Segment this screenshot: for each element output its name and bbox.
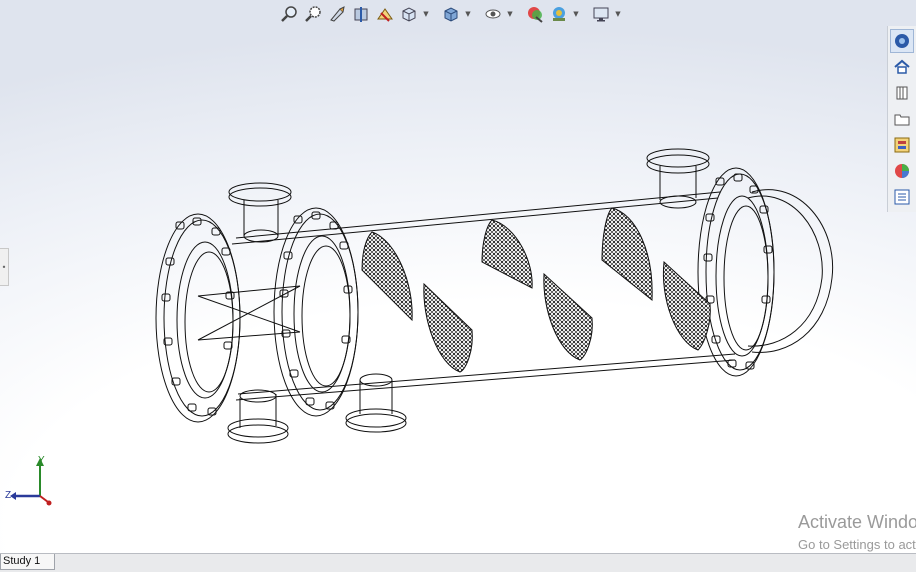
file-explorer-icon bbox=[894, 114, 910, 126]
custom-properties-icon bbox=[894, 189, 910, 205]
baffle-6 bbox=[662, 260, 711, 351]
home-icon bbox=[894, 59, 910, 74]
nozzle-top-right bbox=[646, 148, 710, 209]
zoom-to-area-button[interactable] bbox=[302, 3, 324, 25]
display-style-menu-caret[interactable]: ▼ bbox=[464, 3, 472, 25]
nozzle-top-left bbox=[228, 182, 292, 243]
display-style-button[interactable] bbox=[440, 3, 462, 25]
zoom-to-fit-button[interactable] bbox=[278, 3, 300, 25]
view-orientation-menu-caret[interactable]: ▼ bbox=[422, 3, 430, 25]
section-view-icon bbox=[354, 7, 368, 22]
previous-view-icon bbox=[330, 6, 345, 22]
previous-view-button[interactable] bbox=[326, 3, 348, 25]
bottom-tab-bar: Study 1 bbox=[0, 553, 916, 572]
hide-show-items-button[interactable] bbox=[482, 3, 504, 25]
display-style-icon bbox=[444, 7, 458, 22]
left-flange bbox=[155, 213, 241, 423]
triad-z-label: Z bbox=[5, 490, 12, 501]
watermark-subtitle: Go to Settings to activate Windows. bbox=[798, 537, 916, 552]
section-view-button[interactable] bbox=[350, 3, 372, 25]
graphics-area[interactable]: ▼ ▼ ▼ ▼ ▼ • Y Z Activate Windo Go to Set… bbox=[0, 0, 916, 553]
dynamic-annotation-button[interactable] bbox=[374, 3, 396, 25]
apply-scene-menu-caret[interactable]: ▼ bbox=[572, 3, 580, 25]
dynamic-annotation-icon bbox=[377, 8, 393, 22]
heat-exchanger-model[interactable] bbox=[0, 0, 916, 553]
baffle-1 bbox=[361, 231, 413, 322]
watermark-title: Activate Windows bbox=[798, 512, 916, 532]
shell-bottom-edge bbox=[235, 359, 736, 401]
view-settings-menu-caret[interactable]: ▼ bbox=[614, 3, 622, 25]
baffle-3 bbox=[481, 219, 533, 289]
baffle-5 bbox=[601, 207, 653, 302]
view-orientation-icon bbox=[402, 7, 416, 22]
view-palette-button[interactable] bbox=[890, 133, 914, 157]
design-library-icon bbox=[896, 86, 908, 100]
triad-x-axis bbox=[39, 495, 49, 503]
home-button[interactable] bbox=[890, 55, 914, 79]
view-settings-icon bbox=[593, 7, 609, 22]
edit-appearance-button[interactable] bbox=[524, 3, 546, 25]
appearances-scenes-icon bbox=[895, 164, 909, 178]
zoom-to-area-icon bbox=[305, 6, 321, 22]
tab-study-1[interactable]: Study 1 bbox=[0, 554, 56, 570]
end-cap-dome bbox=[751, 189, 834, 353]
task-pane-tabs bbox=[887, 26, 916, 212]
hide-show-items-menu-caret[interactable]: ▼ bbox=[506, 3, 514, 25]
triad-y-label: Y bbox=[38, 455, 45, 466]
apply-scene-button[interactable] bbox=[548, 3, 570, 25]
edit-appearance-icon bbox=[528, 7, 543, 23]
view-orientation-button[interactable] bbox=[398, 3, 420, 25]
solidworks-resources-button[interactable] bbox=[890, 29, 914, 53]
activate-windows-watermark: Activate Windows Go to Settings to activ… bbox=[798, 512, 916, 552]
shell-top-edge bbox=[235, 191, 721, 239]
feature-manager-toggle-handle[interactable]: • bbox=[0, 248, 9, 286]
view-settings-button[interactable] bbox=[590, 3, 612, 25]
custom-properties-button[interactable] bbox=[890, 185, 914, 209]
appearances-scenes-button[interactable] bbox=[890, 159, 914, 183]
file-explorer-button[interactable] bbox=[890, 107, 914, 131]
solidworks-resources-icon bbox=[895, 34, 909, 48]
reference-triad bbox=[10, 458, 52, 506]
view-palette-icon bbox=[894, 137, 910, 153]
zoom-to-fit-icon bbox=[281, 6, 297, 22]
baffle-2 bbox=[423, 282, 473, 373]
hide-show-items-icon bbox=[485, 9, 501, 19]
baffle-4 bbox=[543, 272, 593, 361]
design-library-button[interactable] bbox=[890, 81, 914, 105]
apply-scene-icon bbox=[553, 7, 565, 21]
chevron-right-icon: • bbox=[1, 262, 7, 272]
heads-up-view-toolbar: ▼ ▼ ▼ ▼ ▼ bbox=[278, 2, 622, 26]
